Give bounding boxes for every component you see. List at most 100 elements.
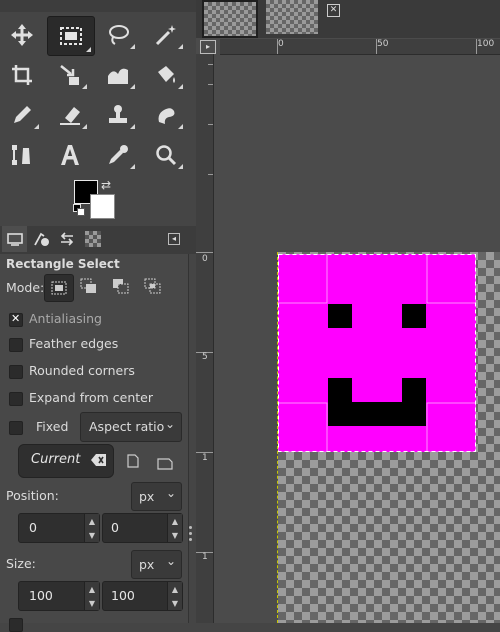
crop-icon (12, 65, 32, 85)
current-value-field[interactable]: Current (18, 444, 114, 478)
mode-add-button[interactable] (80, 278, 98, 298)
position-y-spinner[interactable]: ▲ ▼ (167, 514, 182, 542)
image-tab-1[interactable] (202, 0, 258, 38)
size-unit-select[interactable]: px ⌄ (131, 550, 182, 579)
unified-transform-icon (60, 65, 79, 85)
position-x-field[interactable]: 0 ▲ ▼ (18, 513, 100, 543)
images-icon (84, 231, 101, 247)
smiley-image[interactable] (278, 254, 476, 452)
size-unit-value: px (139, 557, 155, 572)
increment-icon[interactable]: ▲ (85, 582, 99, 596)
decrement-icon[interactable]: ▼ (168, 596, 182, 610)
vruler-label-10: 1 (202, 453, 208, 463)
mode-replace-button[interactable] (44, 274, 74, 302)
toolbox-dock: ⇄ ◂ Rectangle Select Mode: ✕ Antialiasin… (0, 0, 196, 632)
group-indicator (178, 84, 183, 89)
fuzzy-select-tool[interactable] (146, 18, 186, 52)
eraser-icon (60, 107, 80, 125)
size-height-spinner[interactable]: ▲ ▼ (167, 582, 182, 610)
vruler-tick (208, 124, 213, 125)
lasso-tool[interactable] (98, 18, 138, 52)
current-value-text: Current (31, 452, 81, 467)
move-tool[interactable] (2, 18, 42, 52)
tab-images[interactable] (80, 226, 105, 252)
fixed-checkbox[interactable] (9, 421, 23, 435)
mode-subtract-button[interactable] (112, 278, 130, 298)
paths-tool[interactable] (2, 138, 42, 172)
group-indicator (178, 44, 183, 49)
image-tabs-bar: ✕ (196, 0, 500, 38)
lasso-icon (109, 25, 129, 45)
pencil-tool[interactable] (2, 98, 42, 132)
crop-tool[interactable] (2, 58, 42, 92)
smudge-tool[interactable] (146, 98, 186, 132)
fixed-mode-select[interactable]: Aspect ratio ⌄ (80, 412, 182, 442)
increment-icon[interactable]: ▲ (85, 514, 99, 528)
size-height-field[interactable]: 100 ▲ ▼ (102, 581, 183, 611)
mode-intersect-button[interactable] (144, 278, 162, 298)
tab-device-status[interactable] (28, 226, 53, 252)
vruler-tick (208, 64, 213, 65)
vertical-ruler: 0 5 1 1 (196, 54, 214, 623)
swap-colors-icon[interactable]: ⇄ (101, 178, 111, 192)
vruler-tick (208, 174, 213, 175)
expand-from-center-label: Expand from center (29, 390, 153, 405)
fixed-mode-value: Aspect ratio (89, 419, 165, 434)
position-unit-select[interactable]: px ⌄ (131, 482, 182, 511)
rounded-corners-checkbox[interactable] (9, 365, 23, 379)
increment-icon[interactable]: ▲ (168, 582, 182, 596)
size-width-spinner[interactable]: ▲ ▼ (84, 582, 99, 610)
warp-transform-tool[interactable] (98, 58, 138, 92)
fixed-label: Fixed (36, 419, 69, 434)
group-indicator (130, 44, 135, 49)
tab-undo-history[interactable] (54, 226, 79, 252)
rect-select-tool[interactable] (47, 16, 95, 56)
expand-from-center-checkbox[interactable] (9, 392, 23, 406)
bucket-fill-tool[interactable] (146, 58, 186, 92)
group-indicator (178, 164, 183, 169)
mode-subtract-icon (113, 279, 129, 294)
vruler-tick (208, 84, 213, 85)
feather-edges-checkbox[interactable] (9, 338, 23, 352)
horizontal-ruler: 0 50 100 (220, 39, 500, 55)
rect-select-icon (60, 27, 82, 45)
background-color[interactable] (90, 194, 115, 219)
position-y-field[interactable]: 0 ▲ ▼ (102, 513, 183, 543)
dock-menu-icon[interactable]: ◂ (168, 233, 180, 245)
mode-intersect-icon (144, 278, 161, 294)
zoom-tool[interactable] (146, 138, 186, 172)
clear-icon[interactable] (91, 452, 107, 466)
tab-tool-options[interactable] (2, 226, 27, 252)
eraser-tool[interactable] (50, 98, 90, 132)
landscape-icon[interactable] (157, 455, 173, 474)
feather-edges-label: Feather edges (29, 336, 119, 351)
unified-transform-tool[interactable] (50, 58, 90, 92)
hruler-label-0: 0 (278, 39, 284, 49)
highlight-checkbox[interactable] (9, 618, 23, 632)
navigate-corner-icon[interactable]: ▸ (200, 40, 216, 54)
portrait-icon[interactable] (127, 453, 139, 472)
decrement-icon[interactable]: ▼ (85, 596, 99, 610)
increment-icon[interactable]: ▲ (168, 514, 182, 528)
chevron-down-icon: ⌄ (164, 417, 175, 431)
position-x-spinner[interactable]: ▲ ▼ (84, 514, 99, 542)
decrement-icon[interactable]: ▼ (168, 528, 182, 542)
color-picker-icon (109, 145, 128, 164)
text-tool[interactable] (50, 138, 90, 172)
size-width-field[interactable]: 100 ▲ ▼ (18, 581, 100, 611)
antialiasing-checkbox[interactable] (9, 312, 23, 327)
image-tab-2[interactable] (266, 0, 318, 34)
toolbox-top-strip (0, 0, 196, 12)
default-colors-icon[interactable] (73, 204, 85, 216)
position-label: Position: (6, 488, 59, 503)
left-eye (328, 304, 352, 328)
clone-icon (109, 105, 127, 123)
color-picker-tool[interactable] (98, 138, 138, 172)
group-indicator (130, 164, 135, 169)
decrement-icon[interactable]: ▼ (85, 528, 99, 542)
close-tab-icon[interactable]: ✕ (327, 4, 340, 17)
panel-resize-grip[interactable] (189, 526, 193, 546)
hruler-tick (376, 39, 377, 54)
rounded-corners-label: Rounded corners (29, 363, 135, 378)
clone-tool[interactable] (98, 98, 138, 132)
